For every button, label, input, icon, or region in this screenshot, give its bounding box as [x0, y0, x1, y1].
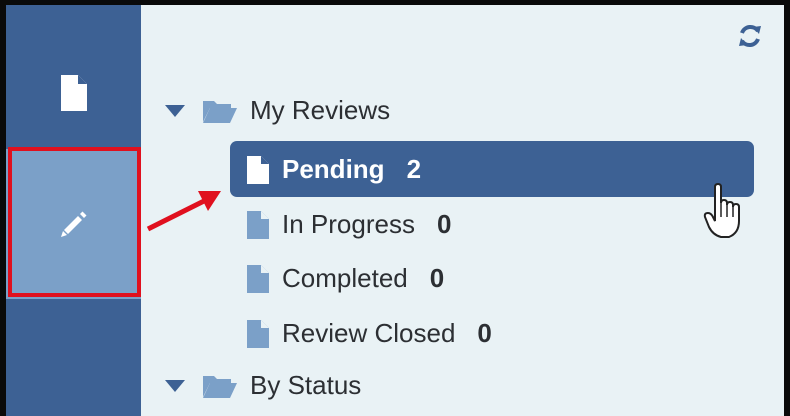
tree-item-count: 0	[436, 209, 452, 239]
tree-node-label: By Status	[250, 370, 362, 400]
refresh-icon	[739, 25, 761, 47]
tree-item-label: In Progress	[282, 209, 415, 239]
tree-item-completed[interactable]: Completed 0	[246, 263, 444, 294]
file-icon	[247, 264, 269, 293]
tree-item-count: 0	[429, 263, 445, 293]
caret-down-icon[interactable]	[164, 379, 186, 393]
tree-item-label: Pending	[282, 154, 385, 184]
caret-down-icon[interactable]	[164, 104, 186, 118]
refresh-button[interactable]	[736, 22, 764, 50]
tree-item-review-closed[interactable]: Review Closed 0	[246, 318, 492, 349]
tree-node-my-reviews[interactable]: My Reviews	[164, 95, 390, 126]
file-icon	[247, 210, 269, 239]
file-icon	[247, 319, 269, 348]
tree-item-label: Completed	[282, 263, 408, 293]
open-folder-icon	[203, 100, 237, 123]
file-icon	[247, 155, 269, 184]
app-frame: My Reviews Pending 2 In Progress 0 Compl…	[6, 5, 784, 416]
annotation-arrow	[146, 191, 221, 232]
tree-item-label: Review Closed	[282, 318, 456, 348]
hand-cursor-icon	[703, 183, 740, 238]
open-folder-icon	[203, 375, 237, 398]
tree-item-pending[interactable]: Pending 2	[246, 154, 421, 185]
document-icon	[60, 74, 87, 111]
tree-node-by-status[interactable]: By Status	[164, 370, 361, 401]
highlight-box	[8, 147, 141, 297]
tree-node-label: My Reviews	[250, 95, 391, 125]
tree-item-count: 2	[406, 154, 422, 184]
rail-documents-button[interactable]	[6, 45, 141, 140]
tree-item-in-progress[interactable]: In Progress 0	[246, 209, 451, 240]
tree-item-count: 0	[477, 318, 492, 348]
